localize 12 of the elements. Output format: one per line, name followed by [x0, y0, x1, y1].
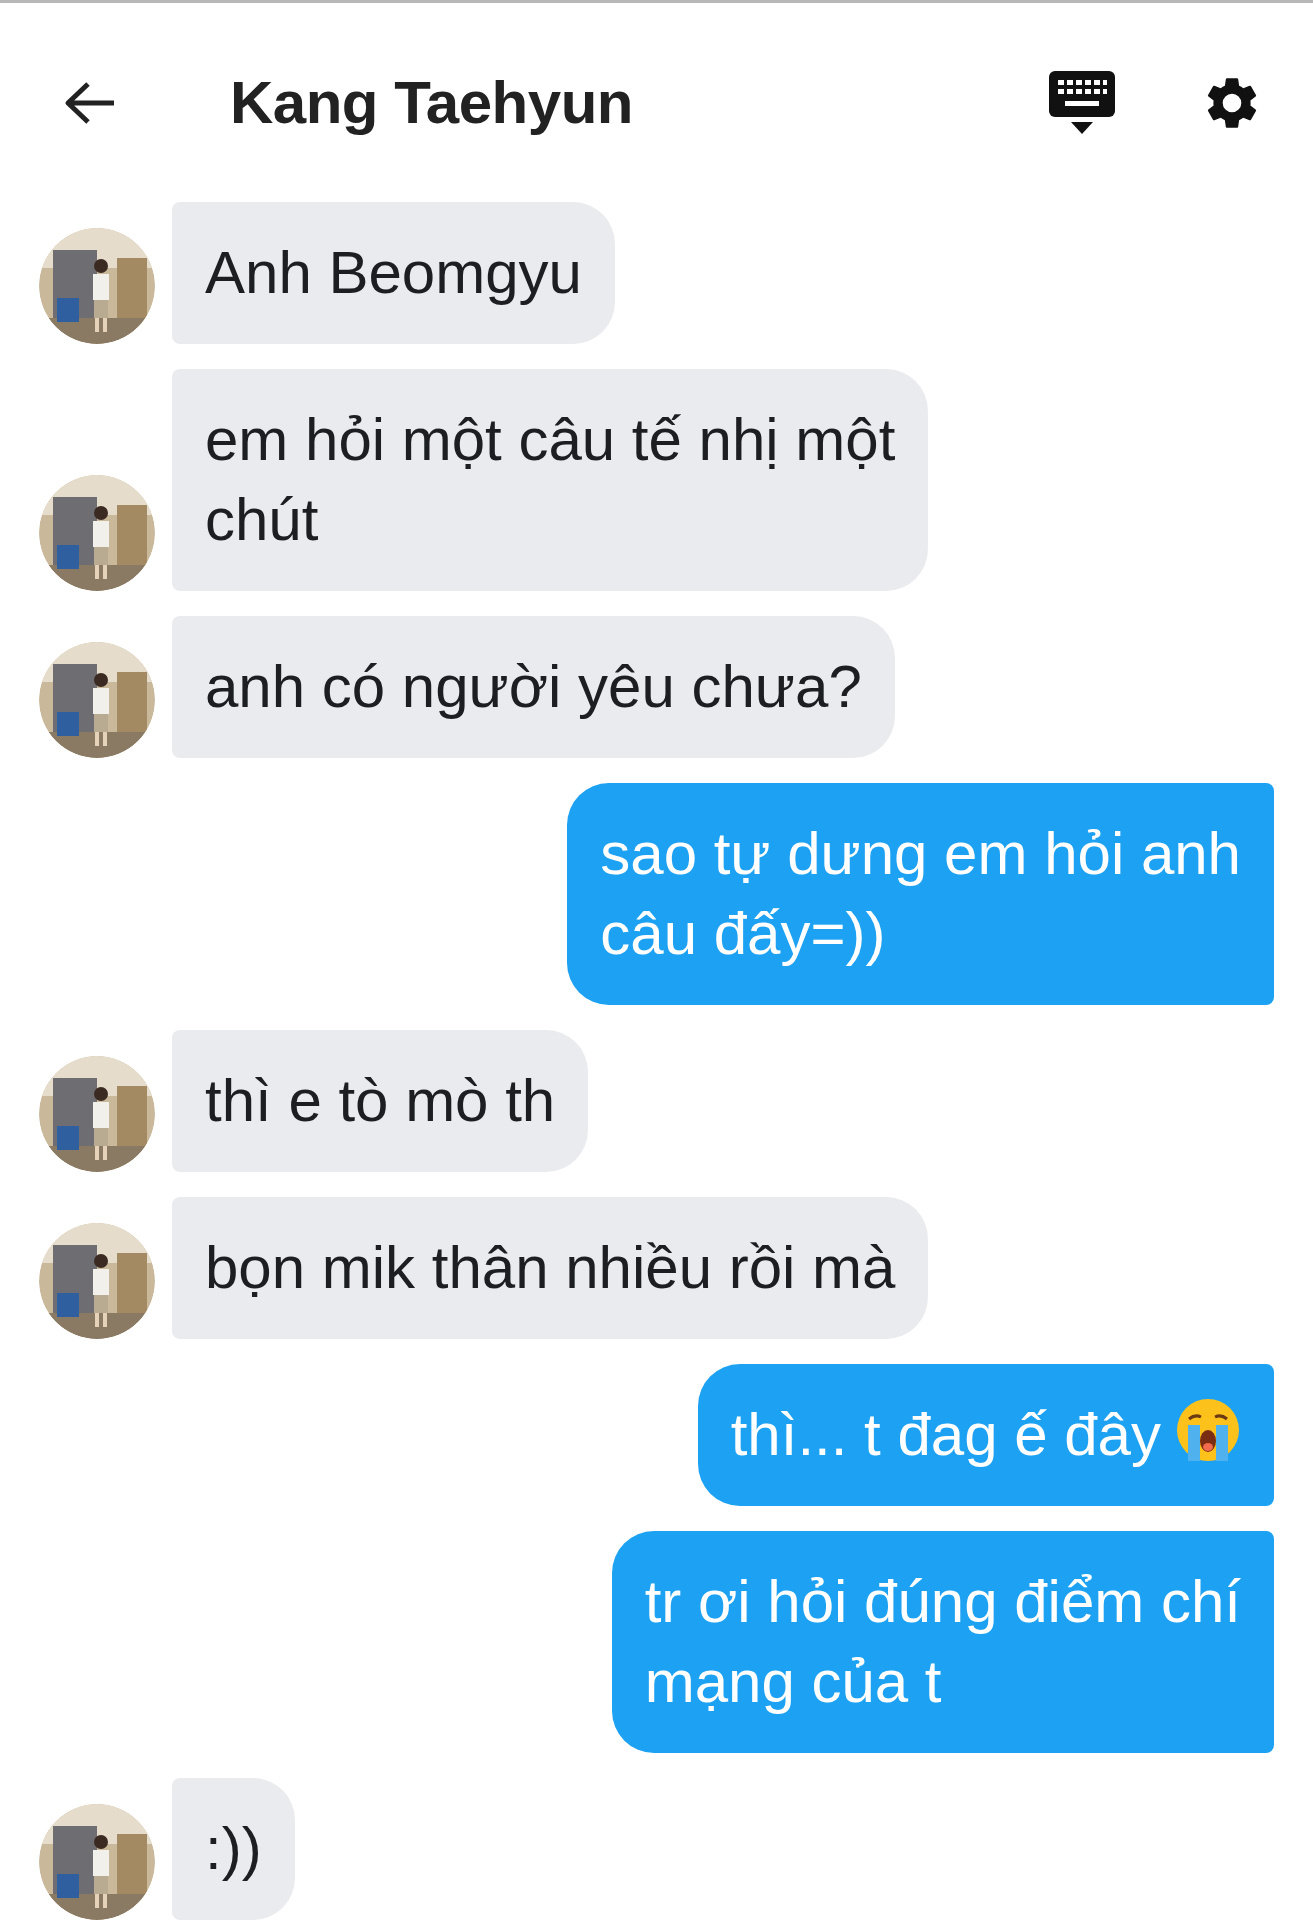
back-arrow-icon: [64, 80, 116, 125]
message-text: anh có người yêu chưa?: [205, 653, 862, 720]
message-text: bọn mik thân nhiều rồi mà: [205, 1234, 896, 1301]
keyboard-icon[interactable]: [1049, 70, 1115, 135]
message-text: tr ơi hỏi đúng điểm chí mạng của t: [644, 1568, 1241, 1715]
message-text: Anh Beomgyu: [205, 239, 582, 306]
message-text: thì... t đag ế đây: [730, 1401, 1161, 1468]
message-text: thì e tò mò th: [205, 1067, 556, 1134]
message-text: em hỏi một câu tế nhị một chút: [205, 406, 896, 553]
chat-title: Kang Taehyun: [230, 67, 633, 138]
message-text: :)): [205, 1815, 262, 1882]
message-text: sao tự dưng em hỏi anh câu đấy=)): [600, 820, 1241, 967]
